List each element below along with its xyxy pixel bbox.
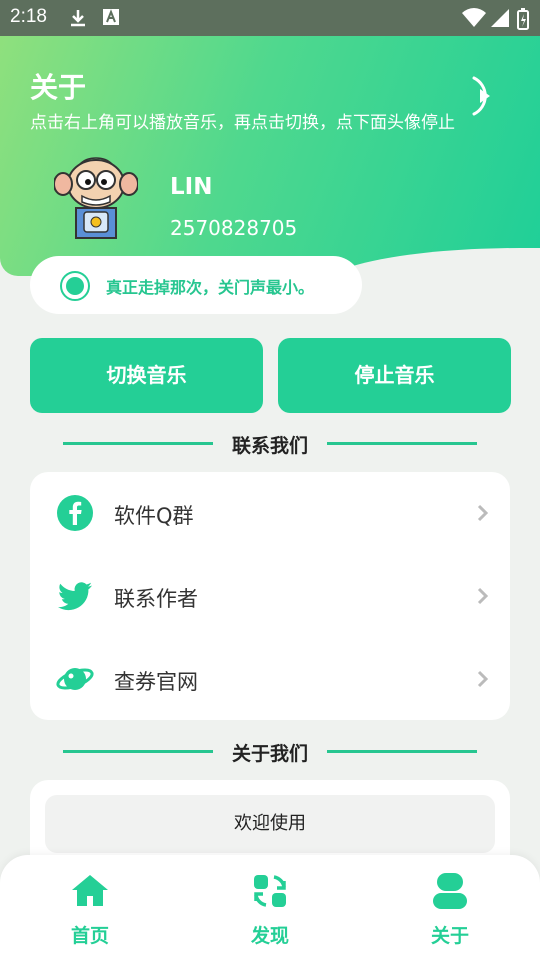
signal-icon	[491, 9, 509, 27]
chevron-right-icon	[477, 504, 489, 522]
user-id: 2570828705	[170, 216, 298, 240]
twitter-icon	[58, 582, 92, 611]
chevron-right-icon	[477, 587, 489, 605]
nav-about[interactable]: 关于	[390, 855, 510, 960]
list-item-label: 软件Q群	[114, 504, 194, 528]
quote-card: 真正走掉那次，关门声最小。	[30, 256, 362, 314]
wifi-icon	[462, 8, 486, 27]
nav-discover[interactable]: 发现	[210, 855, 330, 960]
bottom-navigation: 首页 发现 关于	[0, 855, 540, 960]
facebook-icon	[57, 495, 93, 531]
divider-line	[327, 750, 477, 753]
about-section-heading: 关于我们	[0, 739, 540, 765]
list-item-qq-group[interactable]: 软件Q群	[30, 472, 510, 554]
chevron-right-icon	[477, 670, 489, 688]
user-name: LIN	[170, 174, 213, 200]
app-notification-icon	[103, 9, 119, 25]
status-bar: 2:18	[0, 0, 540, 36]
play-music-button[interactable]	[470, 74, 504, 118]
nav-label: 关于	[430, 925, 469, 947]
home-icon	[72, 875, 108, 906]
switch-music-button[interactable]: 切换音乐	[30, 338, 263, 413]
nav-label: 首页	[70, 925, 109, 947]
list-item-label: 联系作者	[114, 587, 198, 611]
planet-icon	[56, 668, 94, 690]
profile-header: 关于 点击右上角可以播放音乐，再点击切换，点下面头像停止 LIN 2570828…	[0, 36, 540, 288]
contact-section-heading: 联系我们	[0, 431, 540, 457]
page-subtitle: 点击右上角可以播放音乐，再点击切换，点下面头像停止	[30, 113, 455, 133]
divider-line	[327, 442, 477, 445]
list-item-contact-author[interactable]: 联系作者	[30, 555, 510, 637]
status-time: 2:18	[10, 6, 47, 27]
radio-dot-icon	[60, 271, 90, 301]
nav-home[interactable]: 首页	[30, 855, 150, 960]
page-title: 关于	[30, 71, 87, 104]
list-item-label: 查券官网	[114, 670, 198, 694]
avatar[interactable]	[54, 156, 138, 240]
stop-music-button[interactable]: 停止音乐	[278, 338, 511, 413]
quote-text: 真正走掉那次，关门声最小。	[106, 278, 315, 297]
welcome-text: 欢迎使用	[45, 795, 495, 853]
user-icon	[433, 873, 467, 909]
contact-list: 软件Q群 联系作者 查券官网	[30, 472, 510, 720]
discover-icon	[254, 875, 286, 907]
nav-label: 发现	[250, 925, 289, 947]
download-icon	[71, 10, 85, 27]
battery-icon	[517, 8, 529, 30]
list-item-coupon-site[interactable]: 查券官网	[30, 638, 510, 720]
